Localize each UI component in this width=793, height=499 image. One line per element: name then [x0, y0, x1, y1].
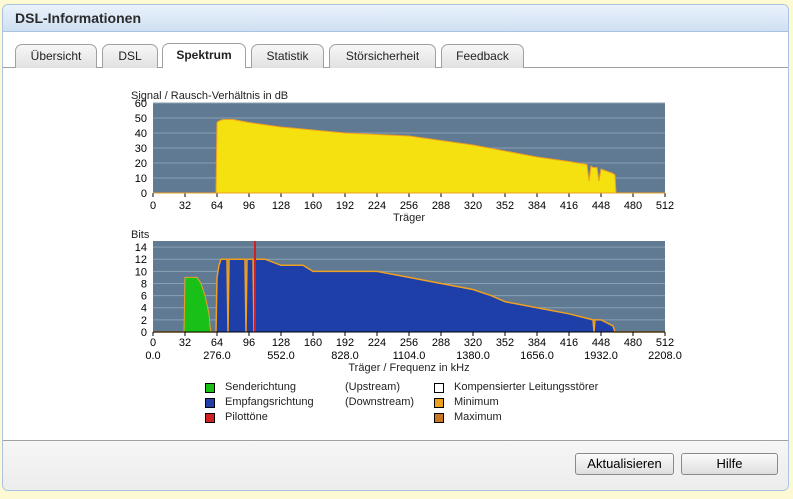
bits-x-tick-label: 192 — [336, 337, 354, 349]
snr-x-axis: 0 32 64 96 128 160 192 224 256 288 320 352 384 416 448… — [150, 193, 674, 212]
bits-y-tick-label: 2 — [141, 315, 147, 327]
snr-x-tick-label: 32 — [179, 200, 191, 212]
bits-x-tick-label: 64 — [211, 337, 223, 349]
legend-upstream-note: (Upstream) — [345, 381, 401, 393]
snr-x-tick-label: 0 — [150, 200, 156, 212]
bits-y-tick-label: 6 — [141, 291, 147, 303]
bits-x-tick-label: 384 — [528, 337, 546, 349]
snr-x-tick-label: 512 — [656, 200, 674, 212]
snr-ylabel: Signal / Rausch-Verhältnis in dB — [131, 90, 288, 102]
snr-x-tick-label: 224 — [368, 200, 386, 212]
snr-y-tick-label: 20 — [135, 158, 147, 170]
snr-y-tick-label: 10 — [135, 173, 147, 185]
legend-compensated-label: Kompensierter Leitungsstörer — [454, 381, 599, 393]
bits-x-tick-label: 32 — [179, 337, 191, 349]
window-title: DSL-Informationen — [3, 5, 788, 32]
snr-x-tick-label: 480 — [624, 200, 642, 212]
button-bar: Aktualisieren Hilfe — [3, 440, 788, 490]
bits-freq-tick-label: 552.0 — [267, 350, 295, 362]
snr-x-tick-label: 256 — [400, 200, 418, 212]
bits-y-tick-label: 4 — [141, 303, 147, 315]
legend-downstream-note: (Downstream) — [345, 396, 415, 408]
snr-x-tick-label: 96 — [243, 200, 255, 212]
bits-freq-tick-label: 276.0 — [203, 350, 231, 362]
snr-y-tick-label: 50 — [135, 113, 147, 125]
bits-y-tick-label: 10 — [135, 266, 147, 278]
tab-stoersicherheit[interactable]: Störsicherheit — [329, 44, 436, 68]
dsl-info-window: DSL-Informationen Übersicht DSL Spektrum… — [2, 4, 789, 491]
legend-pilot-label: Pilottöne — [225, 411, 268, 423]
snr-x-tick-label: 64 — [211, 200, 223, 212]
bits-x-tick-label: 96 — [243, 337, 255, 349]
bits-xlabel: Träger / Frequenz in kHz — [348, 362, 469, 374]
tab-dsl[interactable]: DSL — [102, 44, 158, 68]
bits-y-tick-label: 12 — [135, 254, 147, 266]
snr-x-tick-label: 128 — [272, 200, 290, 212]
snr-xlabel: Träger — [393, 212, 425, 224]
snr-y-axis: 60 50 40 30 20 10 0 — [135, 98, 147, 200]
bits-freq-tick-label: 1932.0 — [584, 350, 618, 362]
tab-bar: Übersicht DSL Spektrum Statistik Störsic… — [3, 32, 788, 69]
bits-x-tick-label: 160 — [304, 337, 322, 349]
bits-x-tick-label: 288 — [432, 337, 450, 349]
legend-downstream-swatch — [205, 398, 215, 408]
bits-freq-axis: 0.0 276.0 552.0 828.0 1104.0 1380.0 1656.0 1932… — [145, 350, 681, 362]
bits-x-tick-label: 224 — [368, 337, 386, 349]
legend-upstream-label: Senderichtung — [225, 381, 296, 393]
snr-y-tick-label: 30 — [135, 143, 147, 155]
bits-freq-tick-label: 1380.0 — [456, 350, 490, 362]
legend-minimum-swatch — [434, 398, 444, 408]
legend-upstream-swatch — [205, 383, 215, 393]
snr-y-tick-label: 0 — [141, 188, 147, 200]
snr-x-tick-label: 384 — [528, 200, 546, 212]
bits-x-tick-label: 320 — [464, 337, 482, 349]
bits-freq-tick-label: 828.0 — [331, 350, 359, 362]
refresh-button[interactable]: Aktualisieren — [575, 453, 674, 475]
bits-freq-tick-label: 1104.0 — [393, 350, 426, 362]
tab-statistik[interactable]: Statistik — [251, 44, 324, 68]
snr-x-tick-label: 448 — [592, 200, 610, 212]
bits-freq-tick-label: 1656.0 — [520, 350, 554, 362]
snr-y-tick-label: 60 — [135, 98, 147, 110]
legend-downstream-label: Empfangsrichtung — [225, 396, 314, 408]
bits-x-tick-label: 480 — [624, 337, 642, 349]
snr-y-tick-label: 40 — [135, 128, 147, 140]
snr-x-tick-label: 160 — [304, 200, 322, 212]
legend-pilot-swatch — [205, 413, 215, 423]
snr-x-tick-label: 352 — [496, 200, 514, 212]
bits-x-tick-label: 0 — [150, 337, 156, 349]
bits-x-tick-label: 128 — [272, 337, 290, 349]
bits-y-tick-label: 0 — [141, 327, 147, 339]
bits-x-tick-label: 256 — [400, 337, 418, 349]
bits-ylabel: Bits — [131, 229, 150, 241]
bits-x-tick-label: 512 — [656, 337, 674, 349]
snr-x-tick-label: 320 — [464, 200, 482, 212]
bits-freq-tick-label: 2208.0 — [648, 350, 682, 362]
bits-x-axis: 0 32 64 96 128 160 192 224 256 288 320 352 384 416 448… — [150, 332, 674, 349]
spectrum-panel: Signal / Rausch-Verhältnis in dB 60 50 40 3… — [3, 68, 788, 440]
snr-x-tick-label: 416 — [560, 200, 578, 212]
legend-minimum-label: Minimum — [454, 396, 499, 408]
bits-y-tick-label: 14 — [135, 242, 147, 254]
bits-x-tick-label: 352 — [496, 337, 514, 349]
bits-y-tick-label: 8 — [141, 278, 147, 290]
tab-spektrum[interactable]: Spektrum — [162, 43, 246, 69]
bits-y-axis: 14121086420 — [135, 242, 147, 339]
legend-maximum-label: Maximum — [454, 411, 502, 423]
snr-x-tick-label: 192 — [336, 200, 354, 212]
legend-maximum-swatch — [434, 413, 444, 423]
legend-compensated-swatch — [434, 383, 444, 393]
bits-x-tick-label: 416 — [560, 337, 578, 349]
bits-freq-tick-label: 0.0 — [145, 350, 160, 362]
help-button[interactable]: Hilfe — [681, 453, 778, 475]
tab-uebersicht[interactable]: Übersicht — [15, 44, 97, 68]
tab-feedback[interactable]: Feedback — [441, 44, 524, 68]
snr-x-tick-label: 288 — [432, 200, 450, 212]
bits-x-tick-label: 448 — [592, 337, 610, 349]
